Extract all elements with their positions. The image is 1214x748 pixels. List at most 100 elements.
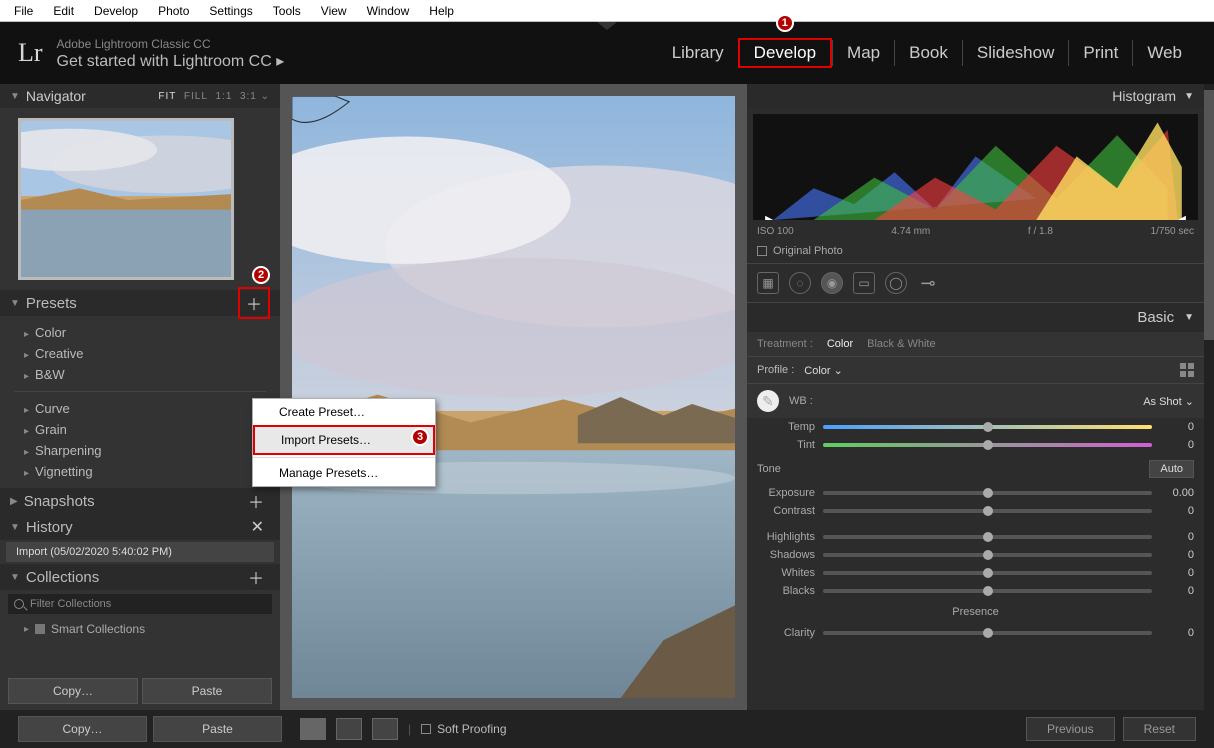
- contrast-value[interactable]: 0: [1160, 505, 1194, 517]
- previous-button[interactable]: Previous: [1026, 717, 1115, 741]
- highlights-value[interactable]: 0: [1160, 531, 1194, 543]
- module-print[interactable]: Print: [1068, 40, 1132, 66]
- collections-header[interactable]: ▼ Collections ＋: [0, 564, 280, 590]
- before-after-tb-icon[interactable]: [372, 718, 398, 740]
- whites-value[interactable]: 0: [1160, 567, 1194, 579]
- menu-edit[interactable]: Edit: [43, 2, 84, 20]
- reset-button[interactable]: Reset: [1123, 717, 1196, 741]
- image-canvas[interactable]: [280, 84, 747, 710]
- whites-slider[interactable]: [823, 571, 1152, 575]
- basic-header[interactable]: Basic▼: [747, 303, 1204, 332]
- spot-tool-icon[interactable]: ◌: [789, 272, 811, 294]
- right-scrollbar[interactable]: [1204, 84, 1214, 710]
- exposure-value[interactable]: 0.00: [1160, 487, 1194, 499]
- history-entry[interactable]: Import (05/02/2020 5:40:02 PM): [6, 542, 274, 562]
- treatment-bw[interactable]: Black & White: [867, 338, 935, 350]
- brush-tool-icon[interactable]: ⊸: [917, 272, 939, 294]
- clarity-label: Clarity: [757, 627, 815, 639]
- temp-value[interactable]: 0: [1160, 421, 1194, 433]
- treatment-color[interactable]: Color: [827, 338, 853, 350]
- menu-window[interactable]: Window: [357, 2, 420, 20]
- snapshots-header[interactable]: ▶ Snapshots ＋: [0, 488, 280, 514]
- module-book[interactable]: Book: [894, 40, 962, 66]
- preset-context-menu: Create Preset… Import Presets… 3 Manage …: [252, 398, 436, 487]
- preset-group[interactable]: Creative: [0, 343, 280, 364]
- preset-group[interactable]: Color: [0, 322, 280, 343]
- paste-button[interactable]: Paste: [142, 678, 272, 704]
- wb-eyedropper-icon[interactable]: ✎: [757, 390, 779, 412]
- module-map[interactable]: Map: [832, 40, 894, 66]
- blacks-value[interactable]: 0: [1160, 585, 1194, 597]
- soft-proofing-checkbox[interactable]: [421, 724, 431, 734]
- shadows-slider[interactable]: [823, 553, 1152, 557]
- profile-dropdown[interactable]: Color ⌄: [804, 364, 843, 377]
- navigator-zoom-options[interactable]: FIT FILL 1:1 3:1 ⌄: [158, 91, 270, 102]
- ctx-manage-presets[interactable]: Manage Presets…: [253, 460, 435, 486]
- histogram-graph[interactable]: [753, 114, 1198, 220]
- loupe-view-icon[interactable]: [300, 718, 326, 740]
- presets-label: Presets: [26, 295, 77, 312]
- chevron-down-icon: ▼: [1184, 91, 1194, 102]
- navigator-header[interactable]: ▼ Navigator FIT FILL 1:1 3:1 ⌄: [0, 84, 280, 108]
- profile-browser-icon[interactable]: [1180, 363, 1194, 377]
- module-slideshow[interactable]: Slideshow: [962, 40, 1069, 66]
- menu-photo[interactable]: Photo: [148, 2, 199, 20]
- add-collection-button[interactable]: ＋: [242, 563, 270, 591]
- before-after-lr-icon[interactable]: [336, 718, 362, 740]
- preset-group[interactable]: Sharpening: [0, 440, 280, 461]
- filter-collections-input[interactable]: Filter Collections: [8, 594, 272, 614]
- module-library[interactable]: Library: [658, 40, 738, 66]
- shadows-value[interactable]: 0: [1160, 549, 1194, 561]
- preset-group[interactable]: Curve: [0, 398, 280, 419]
- preset-group[interactable]: Vignetting: [0, 461, 280, 482]
- add-preset-button[interactable]: ＋: [238, 287, 270, 319]
- module-web[interactable]: Web: [1132, 40, 1196, 66]
- folder-icon: [35, 624, 45, 634]
- menu-view[interactable]: View: [311, 2, 357, 20]
- preset-group[interactable]: Grain: [0, 419, 280, 440]
- wb-dropdown[interactable]: As Shot ⌄: [1143, 395, 1194, 408]
- search-icon: [14, 599, 24, 609]
- menu-help[interactable]: Help: [419, 2, 464, 20]
- exposure-slider[interactable]: [823, 491, 1152, 495]
- identity-plate[interactable]: Adobe Lightroom Classic CC Get started w…: [57, 37, 285, 69]
- ctx-create-preset[interactable]: Create Preset…: [253, 399, 435, 425]
- history-header[interactable]: ▼ History ✕: [0, 514, 280, 540]
- ctx-import-presets[interactable]: Import Presets…: [253, 425, 435, 455]
- profile-label: Profile :: [757, 364, 794, 376]
- preset-group[interactable]: B&W: [0, 364, 280, 385]
- temp-slider[interactable]: [823, 425, 1152, 429]
- paste-button-bottom[interactable]: Paste: [153, 716, 282, 742]
- copy-button[interactable]: Copy…: [8, 678, 138, 704]
- menu-settings[interactable]: Settings: [199, 2, 262, 20]
- clear-history-button[interactable]: ✕: [245, 515, 270, 539]
- module-develop[interactable]: Develop: [738, 38, 832, 68]
- histogram-header[interactable]: Histogram▼: [747, 84, 1204, 108]
- smart-collections-item[interactable]: ▸ Smart Collections: [0, 618, 280, 640]
- contrast-slider[interactable]: [823, 509, 1152, 513]
- highlights-slider[interactable]: [823, 535, 1152, 539]
- blacks-slider[interactable]: [823, 589, 1152, 593]
- add-snapshot-button[interactable]: ＋: [242, 487, 270, 515]
- menu-develop[interactable]: Develop: [84, 2, 148, 20]
- tint-label: Tint: [757, 439, 815, 451]
- crop-tool-icon[interactable]: ▦: [757, 272, 779, 294]
- contrast-label: Contrast: [757, 505, 815, 517]
- clarity-value[interactable]: 0: [1160, 627, 1194, 639]
- clarity-slider[interactable]: [823, 631, 1152, 635]
- auto-button[interactable]: Auto: [1149, 460, 1194, 478]
- original-photo-checkbox[interactable]: [757, 246, 767, 256]
- gradient-tool-icon[interactable]: ▭: [853, 272, 875, 294]
- redeye-tool-icon[interactable]: ◉: [821, 272, 843, 294]
- panel-collapse-top-icon[interactable]: [597, 22, 617, 30]
- presets-header[interactable]: ▼ Presets ＋: [0, 290, 280, 316]
- tint-slider[interactable]: [823, 443, 1152, 447]
- copy-button-bottom[interactable]: Copy…: [18, 716, 147, 742]
- tint-value[interactable]: 0: [1160, 439, 1194, 451]
- menu-file[interactable]: File: [4, 2, 43, 20]
- radial-tool-icon[interactable]: ◯: [885, 272, 907, 294]
- navigator-label: Navigator: [26, 88, 86, 104]
- chevron-down-icon: ▼: [10, 298, 20, 309]
- navigator-thumbnail[interactable]: [18, 118, 234, 280]
- menu-tools[interactable]: Tools: [263, 2, 311, 20]
